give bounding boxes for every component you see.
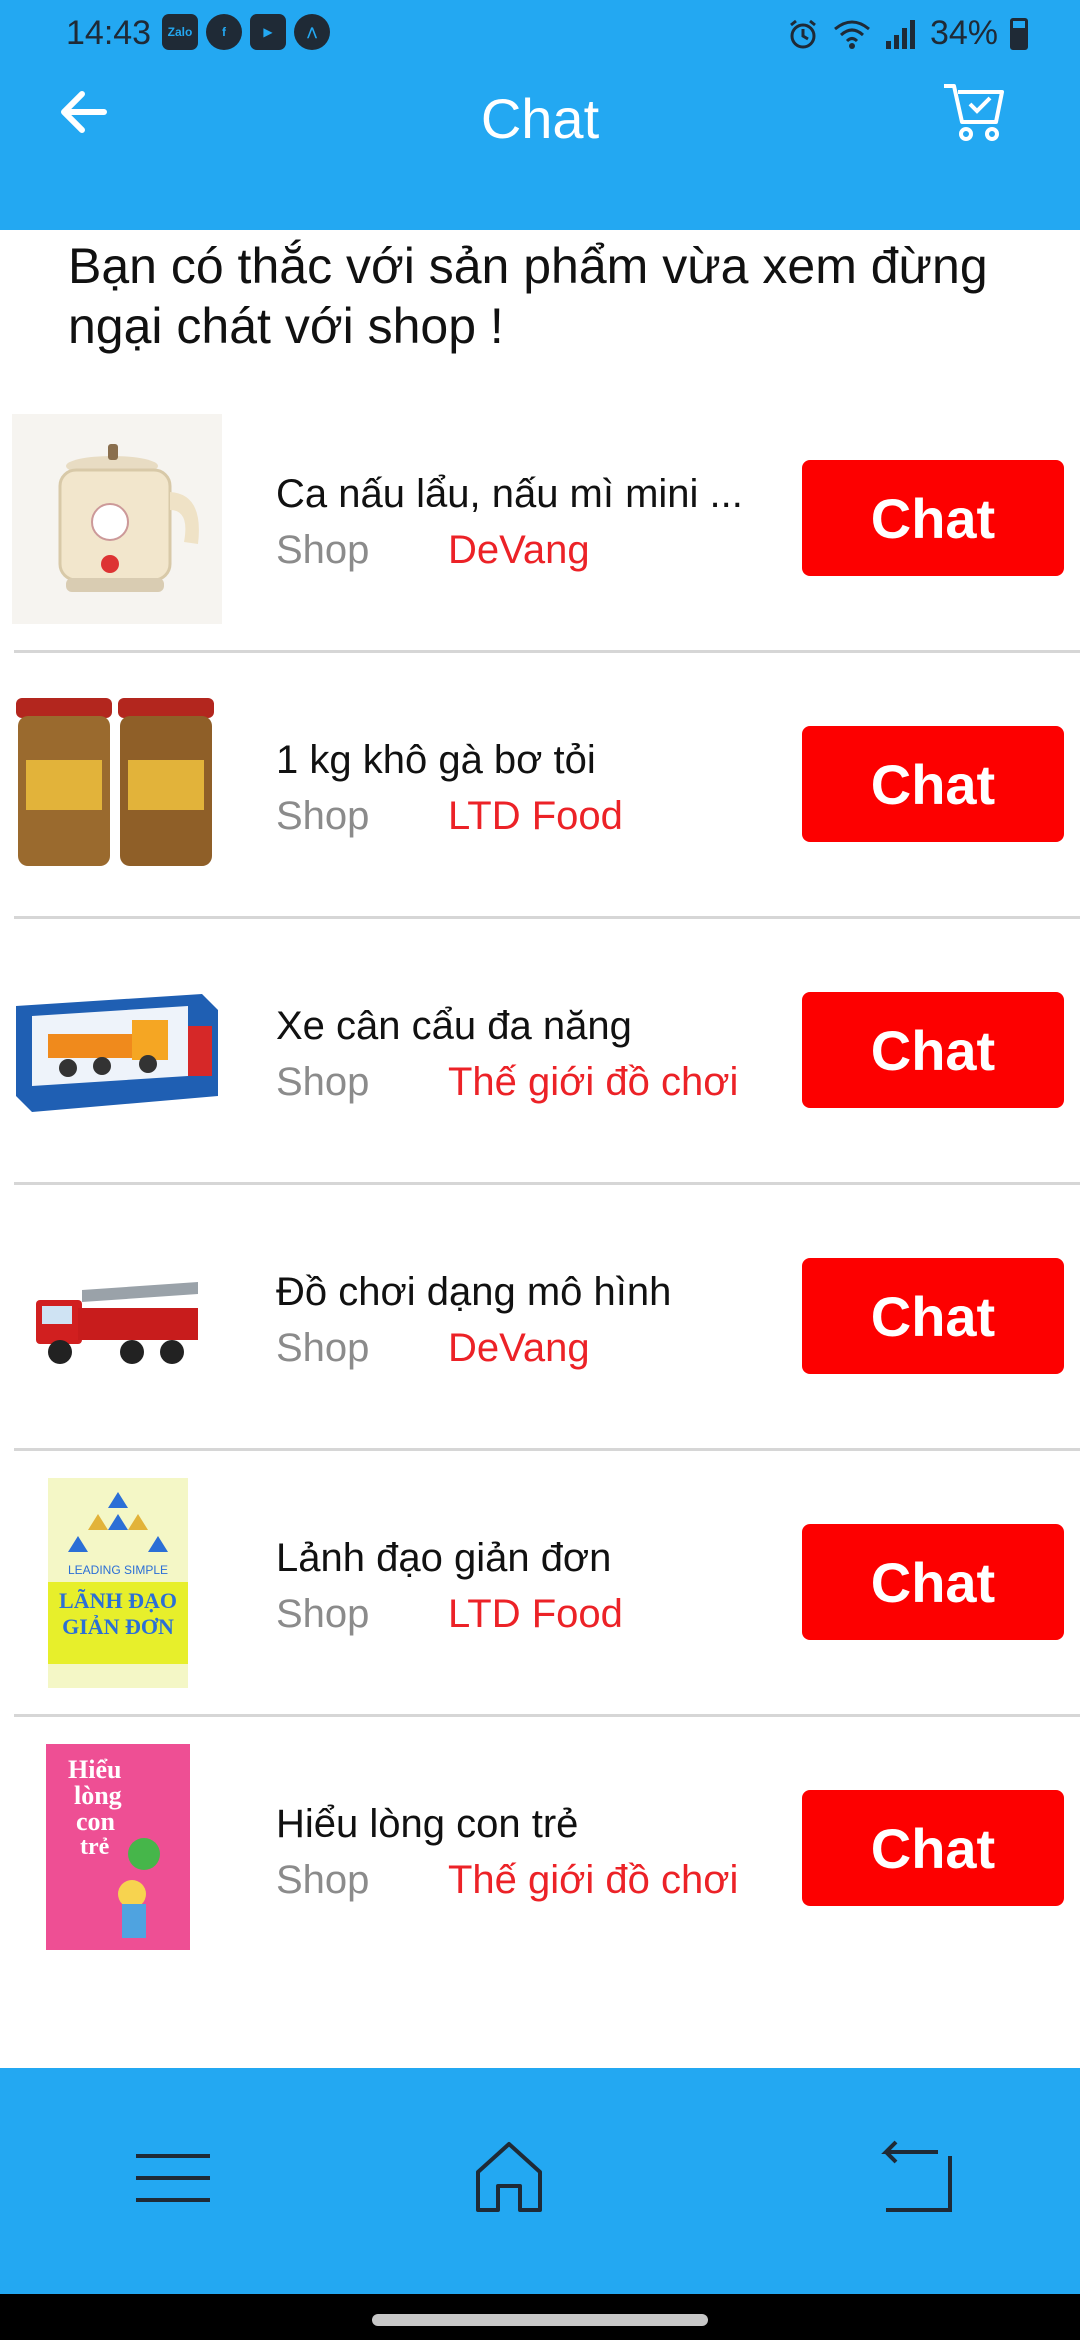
list-item: Đồ chơi dạng mô hình Shop DeVang Chat (0, 1198, 1080, 1464)
crane-truck-box-image (12, 946, 222, 1156)
shop-name[interactable]: Thế giới đồ chơi (448, 1858, 738, 1903)
bottom-navigation (0, 2068, 1080, 2294)
page-title: Chat (480, 87, 600, 150)
book-cover-text: con (76, 1807, 116, 1836)
divider (14, 1714, 1080, 1717)
zalo-icon: Zalo (162, 14, 198, 50)
chat-button[interactable]: Chat (802, 1258, 1064, 1374)
list-item: Hiểu lòng con trẻ Hiểu lòng con trẻ Shop… (0, 1730, 1080, 1996)
shop-label: Shop (276, 794, 370, 838)
divider (14, 1182, 1080, 1185)
product-name: 1 kg khô gà bơ tỏi (276, 738, 596, 782)
shop-label: Shop (276, 1858, 370, 1902)
cart-button[interactable] (940, 78, 1008, 146)
shop-label: Shop (276, 1592, 370, 1636)
chat-button[interactable]: Chat (802, 1790, 1064, 1906)
shop-name[interactable]: DeVang (448, 528, 590, 573)
battery-icon (1010, 17, 1028, 50)
cart-check-icon (944, 84, 1004, 141)
book-cover-text: LÃNH ĐẠO (59, 1588, 177, 1613)
chat-button[interactable]: Chat (802, 992, 1064, 1108)
shop-name[interactable]: LTD Food (448, 1592, 623, 1637)
divider (14, 916, 1080, 919)
home-icon (476, 2142, 542, 2212)
facebook-icon: f (206, 14, 242, 50)
product-name: Ca nấu lẩu, nấu mì mini ... (276, 472, 743, 516)
product-name: Đồ chơi dạng mô hình (276, 1270, 672, 1314)
list-item: LEADING SIMPLE LÃNH ĐẠO GIẢN ĐƠN Lảnh đạ… (0, 1464, 1080, 1730)
chat-button[interactable]: Chat (802, 726, 1064, 842)
book-cover-text: lòng (74, 1781, 122, 1810)
shop-name[interactable]: DeVang (448, 1326, 590, 1371)
divider (14, 650, 1080, 653)
status-right: 34% (786, 14, 1028, 53)
book-cover-text: Hiểu (68, 1755, 121, 1784)
return-button[interactable] (872, 2132, 962, 2222)
fire-truck-image (12, 1212, 222, 1422)
product-name: Lảnh đạo giản đơn (276, 1536, 612, 1580)
shop-name[interactable]: LTD Food (448, 794, 623, 839)
hotpot-kettle-image (12, 414, 222, 624)
arrow-app-icon: ⋀ (294, 14, 330, 50)
list-item: 1 kg khô gà bơ tỏi Shop LTD Food Chat (0, 666, 1080, 932)
shop-name[interactable]: Thế giới đồ chơi (448, 1060, 738, 1105)
battery-percent: 34% (929, 14, 998, 52)
list-item: Ca nấu lẩu, nấu mì mini ... Shop DeVang … (0, 400, 1080, 666)
chat-button[interactable]: Chat (802, 460, 1064, 576)
product-name: Xe cân cẩu đa năng (276, 1004, 632, 1048)
product-name: Hiểu lòng con trẻ (276, 1802, 579, 1846)
book-cover-text: LEADING SIMPLE (68, 1563, 168, 1577)
status-time: 14:43 (66, 14, 152, 52)
book-cover-text: GIẢN ĐƠN (62, 1614, 174, 1639)
youtube-icon: ▶ (250, 14, 286, 50)
chat-button[interactable]: Chat (802, 1524, 1064, 1640)
return-icon (881, 2140, 952, 2212)
status-bar: 14:43 Zalo f ▶ ⋀ 34% (0, 0, 1080, 70)
list-item: Xe cân cẩu đa năng Shop Thế giới đồ chơi… (0, 932, 1080, 1198)
signal-icon (885, 19, 915, 49)
notification-icons: Zalo f ▶ ⋀ (162, 14, 330, 50)
book-cover-text: trẻ (80, 1834, 110, 1860)
leading-simple-book-image: LEADING SIMPLE LÃNH ĐẠO GIẢN ĐƠN (12, 1478, 222, 1688)
app-header: 14:43 Zalo f ▶ ⋀ 34% Chat (0, 0, 1080, 230)
menu-button[interactable] (128, 2132, 218, 2222)
dried-chicken-jars-image (12, 680, 222, 890)
shop-label: Shop (276, 1060, 370, 1104)
menu-icon (136, 2154, 210, 2202)
home-button[interactable] (464, 2132, 554, 2222)
shop-label: Shop (276, 528, 370, 572)
divider (14, 1448, 1080, 1451)
hieu-long-con-tre-book-image: Hiểu lòng con trẻ (12, 1744, 222, 1954)
wifi-icon (833, 20, 870, 49)
intro-message: Bạn có thắc với sản phẩm vừa xem đừng ng… (68, 238, 988, 354)
gesture-home-handle[interactable] (372, 2314, 708, 2326)
alarm-icon (790, 19, 816, 48)
shop-label: Shop (276, 1326, 370, 1370)
